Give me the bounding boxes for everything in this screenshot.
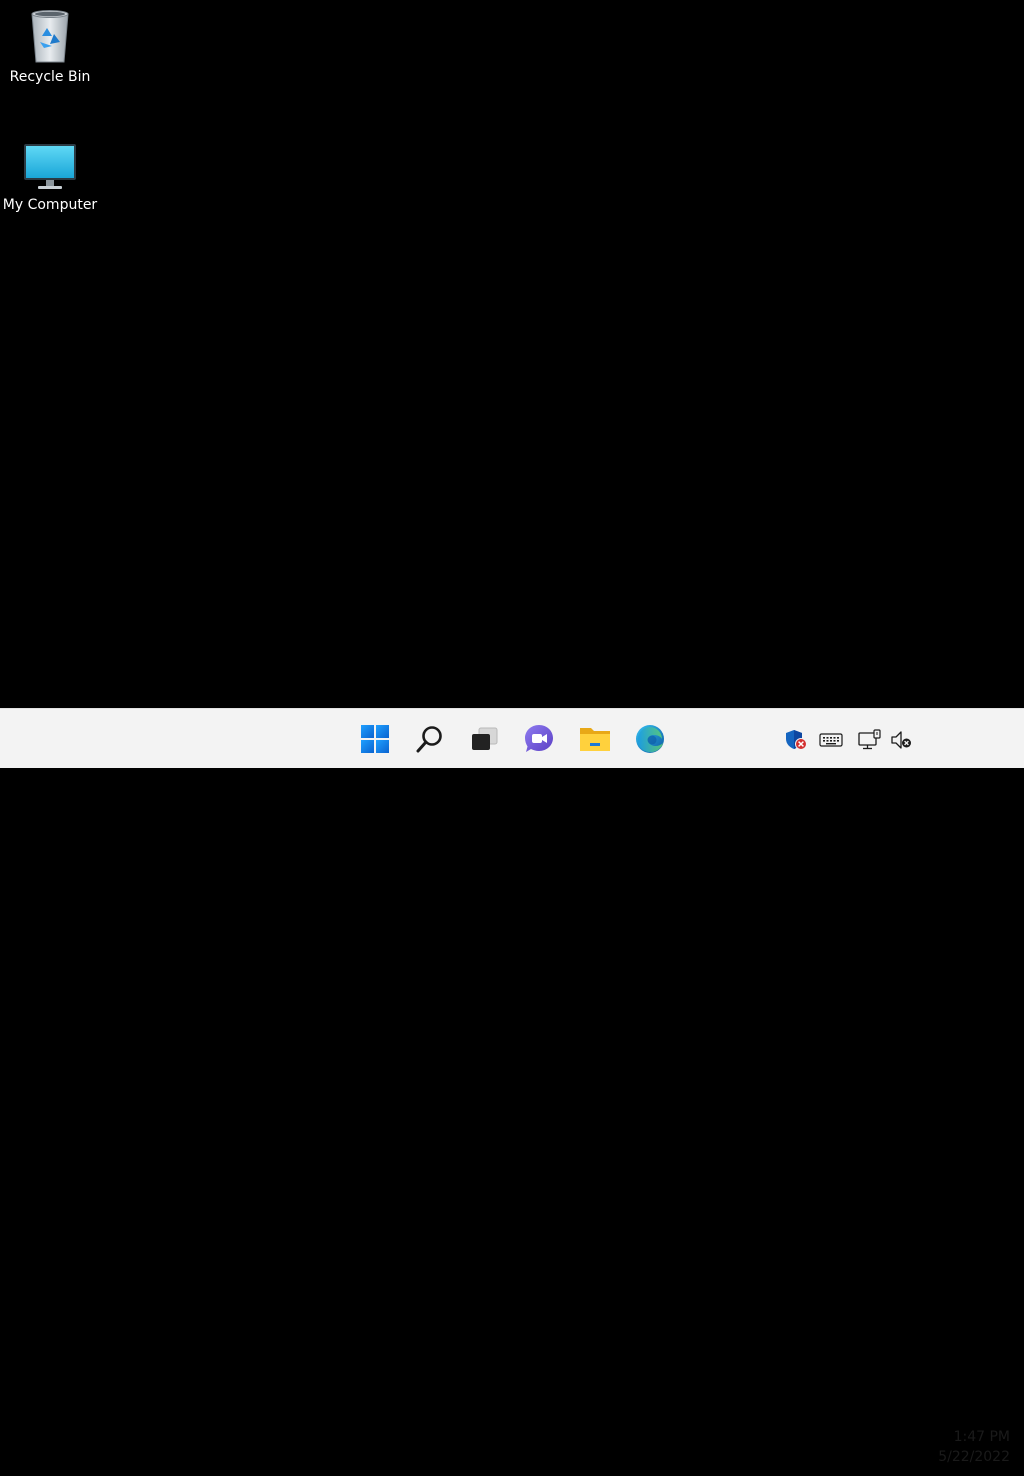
security-shield-warning-icon [786, 730, 807, 750]
desktop-icon-recycle-bin[interactable]: Recycle Bin [0, 8, 100, 86]
edge-browser-icon [636, 725, 664, 753]
desktop: Recycle Bin My Computer [0, 0, 1024, 708]
search-icon [416, 726, 442, 753]
tray-windows-security[interactable] [784, 729, 808, 751]
clock-time: 1:47 PM [953, 1429, 1010, 1445]
recycle-bin-label: Recycle Bin [9, 69, 91, 85]
file-explorer-button[interactable] [573, 717, 617, 761]
taskbar: 1:47 PM 5/22/2022 [0, 708, 1024, 1465]
tray-network[interactable] [858, 729, 882, 751]
tray-volume[interactable] [890, 729, 914, 751]
taskbar-clock[interactable]: 1:47 PM 5/22/2022 [926, 1418, 1010, 1476]
windows-start-icon [361, 725, 389, 753]
chat-button[interactable] [517, 717, 561, 761]
edge-browser-button[interactable] [628, 717, 672, 761]
task-view-icon [472, 727, 498, 750]
my-computer-label: My Computer [2, 197, 98, 213]
desktop-icon-my-computer[interactable]: My Computer [0, 142, 100, 214]
teams-chat-icon [525, 725, 553, 752]
computer-monitor-icon [24, 144, 76, 189]
keyboard-icon [819, 733, 843, 747]
search-button[interactable] [408, 717, 452, 761]
recycle-bin-icon [31, 10, 69, 63]
task-view-button[interactable] [462, 717, 506, 761]
start-button[interactable] [353, 717, 397, 761]
network-icon [858, 729, 881, 750]
volume-muted-icon [891, 731, 911, 749]
clock-date: 5/22/2022 [938, 1449, 1010, 1465]
tray-keyboard[interactable] [819, 729, 843, 751]
file-explorer-icon [580, 728, 610, 751]
